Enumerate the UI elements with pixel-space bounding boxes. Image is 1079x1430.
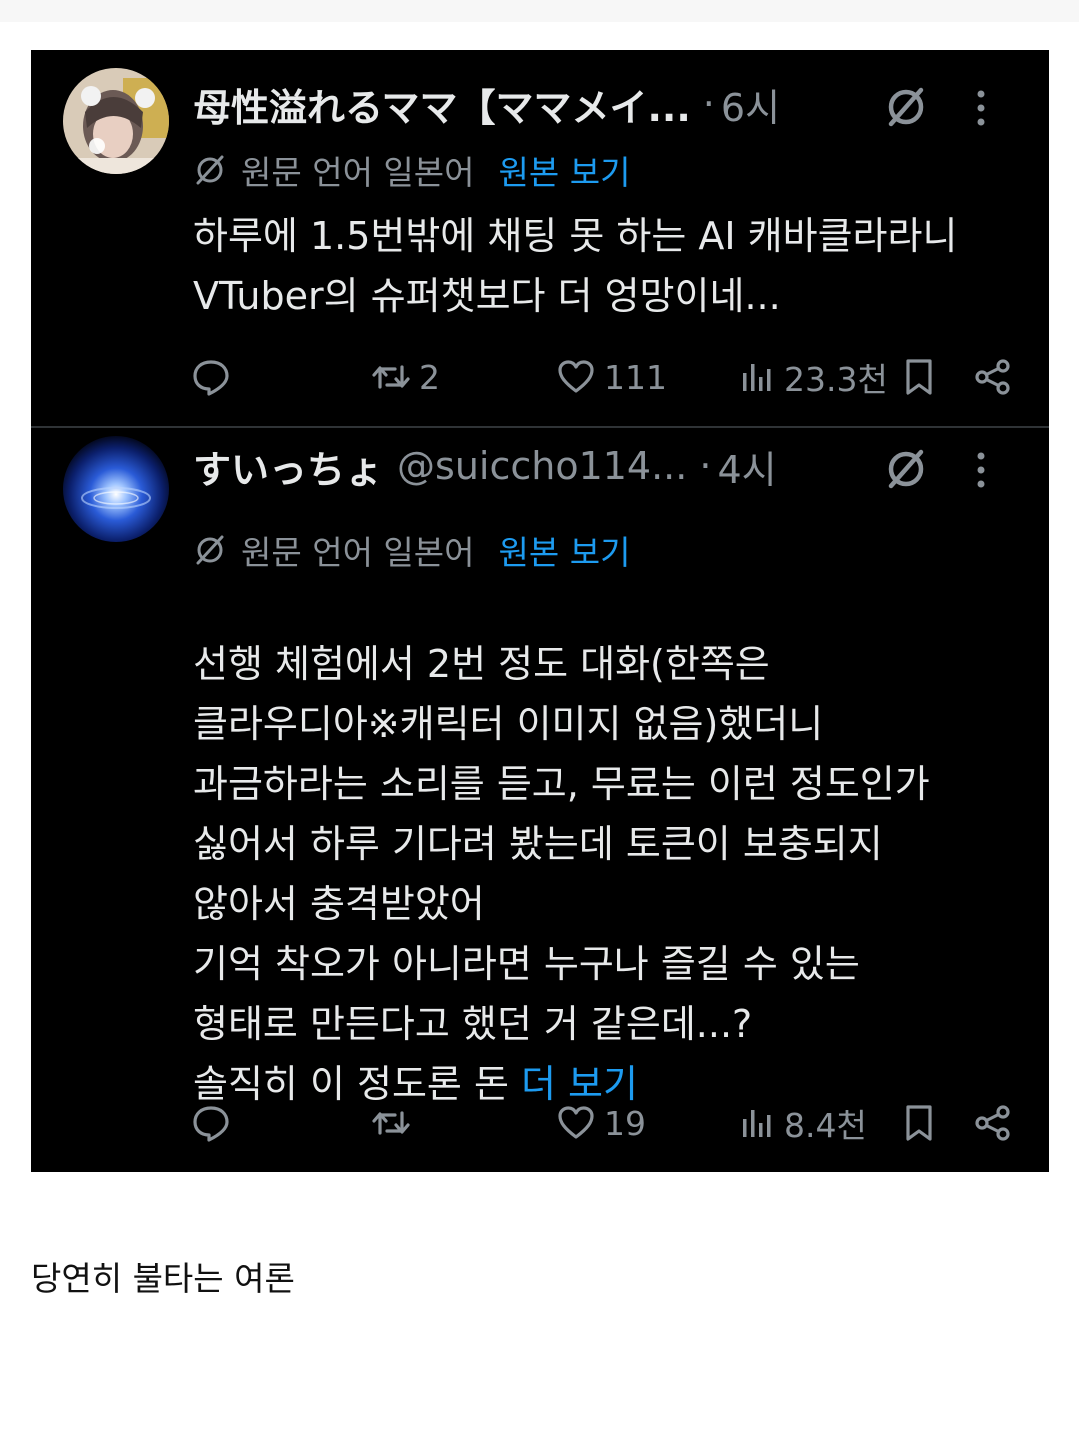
show-original-link[interactable]: 원본 보기 (499, 526, 631, 574)
grok-icon[interactable] (883, 84, 929, 130)
bookmark-icon (906, 1105, 932, 1141)
translation-notice: 원문 언어 일본어 원본 보기 (193, 148, 630, 192)
tweet-screenshot: 母性溢れるママ【ママメイ... · 6시 원문 언어 일본어 원본 보기 하루에… (31, 50, 1049, 1172)
like-count: 19 (604, 1103, 646, 1143)
post-header: すいっちょ @suiccho114... · 4시 (193, 438, 1029, 494)
repost-button[interactable] (371, 1098, 411, 1148)
repost-icon (372, 365, 410, 389)
heart-icon (558, 1106, 594, 1139)
bookmark-button[interactable] (899, 352, 939, 402)
reply-icon (193, 360, 229, 396)
more-options-icon[interactable] (977, 90, 985, 126)
action-bar: 2 111 23.3천 (31, 352, 1049, 402)
post-header: 母性溢れるママ【ママメイ... · 6시 (193, 76, 1029, 132)
translation-notice: 원문 언어 일본어 원본 보기 (193, 528, 630, 572)
user-handle[interactable]: @suiccho114... (397, 444, 687, 488)
post-text-line: 형태로 만든다고 했던 거 같은데...? (193, 1002, 753, 1046)
like-count: 111 (604, 357, 667, 397)
post-text-line: 하루에 1.5번밖에 채팅 못 하는 AI 캐바클라라니 (193, 214, 958, 258)
reply-post-2: すいっちょ @suiccho114... · 4시 원문 언어 일본어 원본 보… (31, 428, 1049, 1172)
reply-post-1: 母性溢れるママ【ママメイ... · 6시 원문 언어 일본어 원본 보기 하루에… (31, 50, 1049, 426)
bookmark-icon (906, 359, 932, 395)
translation-label: 원문 언어 일본어 (241, 153, 475, 192)
post-text-line: 싫어서 하루 기다려 봤는데 토큰이 보충되지 (193, 822, 883, 866)
caption-text: 당연히 불타는 여론 (31, 1259, 295, 1298)
post-text-line: 기억 착오가 아니라면 누구나 즐길 수 있는 (193, 942, 860, 986)
display-name[interactable]: 母性溢れるママ【ママメイ... (193, 77, 691, 132)
translate-icon (196, 155, 224, 185)
top-strip (0, 0, 1079, 22)
avatar-photo-icon (63, 68, 169, 174)
avatar[interactable] (63, 68, 169, 174)
more-options-icon[interactable] (977, 452, 985, 488)
separator-dot: · (702, 82, 715, 126)
heart-icon (558, 360, 594, 393)
share-icon (975, 359, 1010, 395)
action-bar: 19 8.4천 (31, 1098, 1049, 1148)
reply-icon (193, 1106, 229, 1142)
view-count: 8.4천 (784, 1106, 867, 1145)
avatar-galaxy-icon (63, 436, 169, 542)
reply-button[interactable] (191, 1098, 231, 1148)
show-original-link[interactable]: 원본 보기 (499, 146, 631, 194)
views-button[interactable]: 23.3천 (736, 352, 888, 402)
post-text-line: 과금하라는 소리를 듣고, 무료는 이런 정도인가 (193, 762, 930, 806)
bookmark-button[interactable] (899, 1098, 939, 1148)
post-text-line: 클라우디아※캐릭터 이미지 없음)했더니 (193, 702, 824, 746)
post-text: 하루에 1.5번밖에 채팅 못 하는 AI 캐바클라라니 VTuber의 슈퍼챗… (193, 206, 1033, 326)
repost-icon (372, 1111, 410, 1135)
display-name[interactable]: すいっちょ (193, 439, 383, 494)
post-time[interactable]: 4시 (717, 439, 776, 494)
separator-dot: · (699, 444, 712, 488)
like-button[interactable]: 19 (556, 1098, 646, 1148)
repost-button[interactable]: 2 (371, 352, 440, 402)
views-button[interactable]: 8.4천 (736, 1098, 867, 1148)
grok-icon[interactable] (883, 446, 929, 492)
share-button[interactable] (973, 352, 1013, 402)
views-bar-chart-icon (743, 1110, 771, 1137)
translate-icon (196, 535, 224, 565)
view-count: 23.3천 (784, 360, 888, 399)
post-time[interactable]: 6시 (721, 77, 780, 132)
views-bar-chart-icon (743, 364, 771, 391)
post-text: 선행 체험에서 2번 정도 대화(한쪽은 클라우디아※캐릭터 이미지 없음)했더… (193, 634, 1033, 1114)
repost-count: 2 (419, 357, 440, 397)
like-button[interactable]: 111 (556, 352, 667, 402)
share-icon (975, 1105, 1010, 1141)
translation-label: 원문 언어 일본어 (241, 533, 475, 572)
post-text-line: 선행 체험에서 2번 정도 대화(한쪽은 (193, 642, 770, 686)
post-text-line: VTuber의 슈퍼챗보다 더 엉망이네... (193, 274, 781, 318)
post-text-line: 않아서 충격받았어 (193, 882, 485, 926)
avatar[interactable] (63, 436, 169, 542)
reply-button[interactable] (191, 352, 231, 402)
share-button[interactable] (973, 1098, 1013, 1148)
